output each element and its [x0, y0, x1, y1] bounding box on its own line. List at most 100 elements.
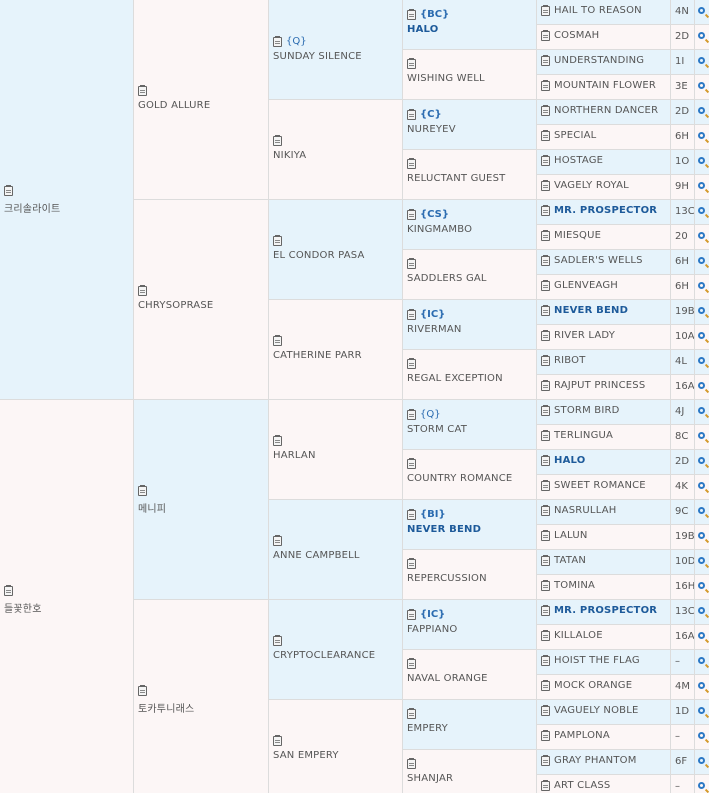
clipboard-icon[interactable] [407, 108, 416, 120]
search-icon[interactable] [695, 700, 709, 725]
clipboard-icon[interactable] [407, 708, 416, 719]
clipboard-icon[interactable] [407, 658, 416, 669]
clipboard-icon[interactable] [273, 235, 282, 246]
clipboard-icon[interactable] [541, 55, 550, 66]
horse-name-link[interactable]: EL CONDOR PASA [273, 250, 365, 261]
clipboard-icon[interactable] [541, 180, 550, 191]
clipboard-icon[interactable] [138, 485, 147, 496]
horse-name-link[interactable]: KILLALOE [554, 630, 603, 641]
horse-name-link[interactable]: HALO [554, 455, 585, 466]
search-icon[interactable] [695, 725, 709, 750]
clipboard-icon[interactable] [541, 655, 550, 666]
clipboard-icon[interactable] [4, 185, 13, 196]
horse-name-link[interactable]: HOSTAGE [554, 155, 603, 166]
search-icon[interactable] [695, 225, 709, 250]
search-icon[interactable] [695, 50, 709, 75]
horse-name-link[interactable]: SADLER'S WELLS [554, 255, 643, 266]
clipboard-icon[interactable] [541, 380, 550, 391]
horse-name-link[interactable]: SWEET ROMANCE [554, 480, 646, 491]
horse-name-link[interactable]: PAMPLONA [554, 730, 610, 741]
horse-name-link[interactable]: COUNTRY ROMANCE [407, 473, 512, 484]
horse-name-link[interactable]: HOIST THE FLAG [554, 655, 640, 666]
horse-name-link[interactable]: UNDERSTANDING [554, 55, 644, 66]
horse-name-link[interactable]: GRAY PHANTOM [554, 755, 637, 766]
clipboard-icon[interactable] [407, 158, 416, 169]
clipboard-icon[interactable] [407, 508, 416, 520]
clipboard-icon[interactable] [541, 30, 550, 41]
horse-name-link[interactable]: FAPPIANO [407, 624, 457, 635]
clipboard-icon[interactable] [407, 458, 416, 469]
horse-name-link[interactable]: ART CLASS [554, 780, 610, 791]
search-icon[interactable] [695, 250, 709, 275]
search-icon[interactable] [695, 675, 709, 700]
clipboard-icon[interactable] [541, 5, 550, 16]
clipboard-icon[interactable] [541, 705, 550, 716]
horse-name-link[interactable]: KINGMAMBO [407, 224, 472, 235]
horse-name-link[interactable]: HAIL TO REASON [554, 5, 642, 16]
clipboard-icon[interactable] [541, 580, 550, 591]
horse-name-link[interactable]: RIVERMAN [407, 324, 462, 335]
search-icon[interactable] [695, 625, 709, 650]
search-icon[interactable] [695, 600, 709, 625]
horse-name-link[interactable]: NEVER BEND [407, 524, 481, 535]
horse-name-link[interactable]: SAN EMPERY [273, 750, 339, 761]
search-icon[interactable] [695, 450, 709, 475]
clipboard-icon[interactable] [541, 305, 550, 316]
search-icon[interactable] [695, 325, 709, 350]
horse-name-link[interactable]: MOUNTAIN FLOWER [554, 80, 656, 91]
clipboard-icon[interactable] [541, 630, 550, 641]
clipboard-icon[interactable] [138, 685, 147, 696]
horse-name-link[interactable]: REPERCUSSION [407, 573, 487, 584]
search-icon[interactable] [695, 400, 709, 425]
horse-name-link[interactable]: 들꽃한호 [4, 600, 42, 615]
horse-name-link[interactable]: REGAL EXCEPTION [407, 373, 503, 384]
clipboard-icon[interactable] [541, 280, 550, 291]
search-icon[interactable] [695, 25, 709, 50]
clipboard-icon[interactable] [407, 408, 416, 420]
horse-name-link[interactable]: COSMAH [554, 30, 599, 41]
horse-name-link[interactable]: NIKIYA [273, 150, 306, 161]
clipboard-icon[interactable] [541, 405, 550, 416]
search-icon[interactable] [695, 575, 709, 600]
horse-name-link[interactable]: SUNDAY SILENCE [273, 51, 362, 62]
horse-name-link[interactable]: TOMINA [554, 580, 595, 591]
clipboard-icon[interactable] [541, 105, 550, 116]
horse-name-link[interactable]: STORM BIRD [554, 405, 620, 416]
clipboard-icon[interactable] [407, 558, 416, 569]
clipboard-icon[interactable] [273, 735, 282, 746]
search-icon[interactable] [695, 475, 709, 500]
horse-name-link[interactable]: HARLAN [273, 450, 316, 461]
horse-name-link[interactable]: CHRYSOPRASE [138, 300, 213, 311]
horse-name-link[interactable]: RAJPUT PRINCESS [554, 380, 645, 391]
search-icon[interactable] [695, 200, 709, 225]
clipboard-icon[interactable] [407, 58, 416, 69]
horse-name-link[interactable]: RIVER LADY [554, 330, 615, 341]
horse-name-link[interactable]: RELUCTANT GUEST [407, 173, 505, 184]
search-icon[interactable] [695, 125, 709, 150]
horse-name-link[interactable]: CRYPTOCLEARANCE [273, 650, 375, 661]
clipboard-icon[interactable] [407, 8, 416, 20]
clipboard-icon[interactable] [541, 780, 550, 791]
search-icon[interactable] [695, 175, 709, 200]
horse-name-link[interactable]: VAGUELY NOBLE [554, 705, 639, 716]
horse-name-link[interactable]: TATAN [554, 555, 586, 566]
search-icon[interactable] [695, 750, 709, 775]
horse-name-link[interactable]: EMPERY [407, 723, 448, 734]
clipboard-icon[interactable] [541, 330, 550, 341]
clipboard-icon[interactable] [273, 335, 282, 346]
search-icon[interactable] [695, 375, 709, 400]
search-icon[interactable] [695, 775, 709, 793]
search-icon[interactable] [695, 425, 709, 450]
horse-name-link[interactable]: SADDLERS GAL [407, 273, 487, 284]
horse-name-link[interactable]: MOCK ORANGE [554, 680, 632, 691]
search-icon[interactable] [695, 300, 709, 325]
horse-name-link[interactable]: CATHERINE PARR [273, 350, 362, 361]
clipboard-icon[interactable] [541, 130, 550, 141]
search-icon[interactable] [695, 0, 709, 25]
horse-name-link[interactable]: 토카투니래스 [138, 700, 194, 715]
horse-name-link[interactable]: GLENVEAGH [554, 280, 618, 291]
clipboard-icon[interactable] [541, 605, 550, 616]
clipboard-icon[interactable] [541, 480, 550, 491]
clipboard-icon[interactable] [138, 85, 147, 96]
clipboard-icon[interactable] [541, 155, 550, 166]
